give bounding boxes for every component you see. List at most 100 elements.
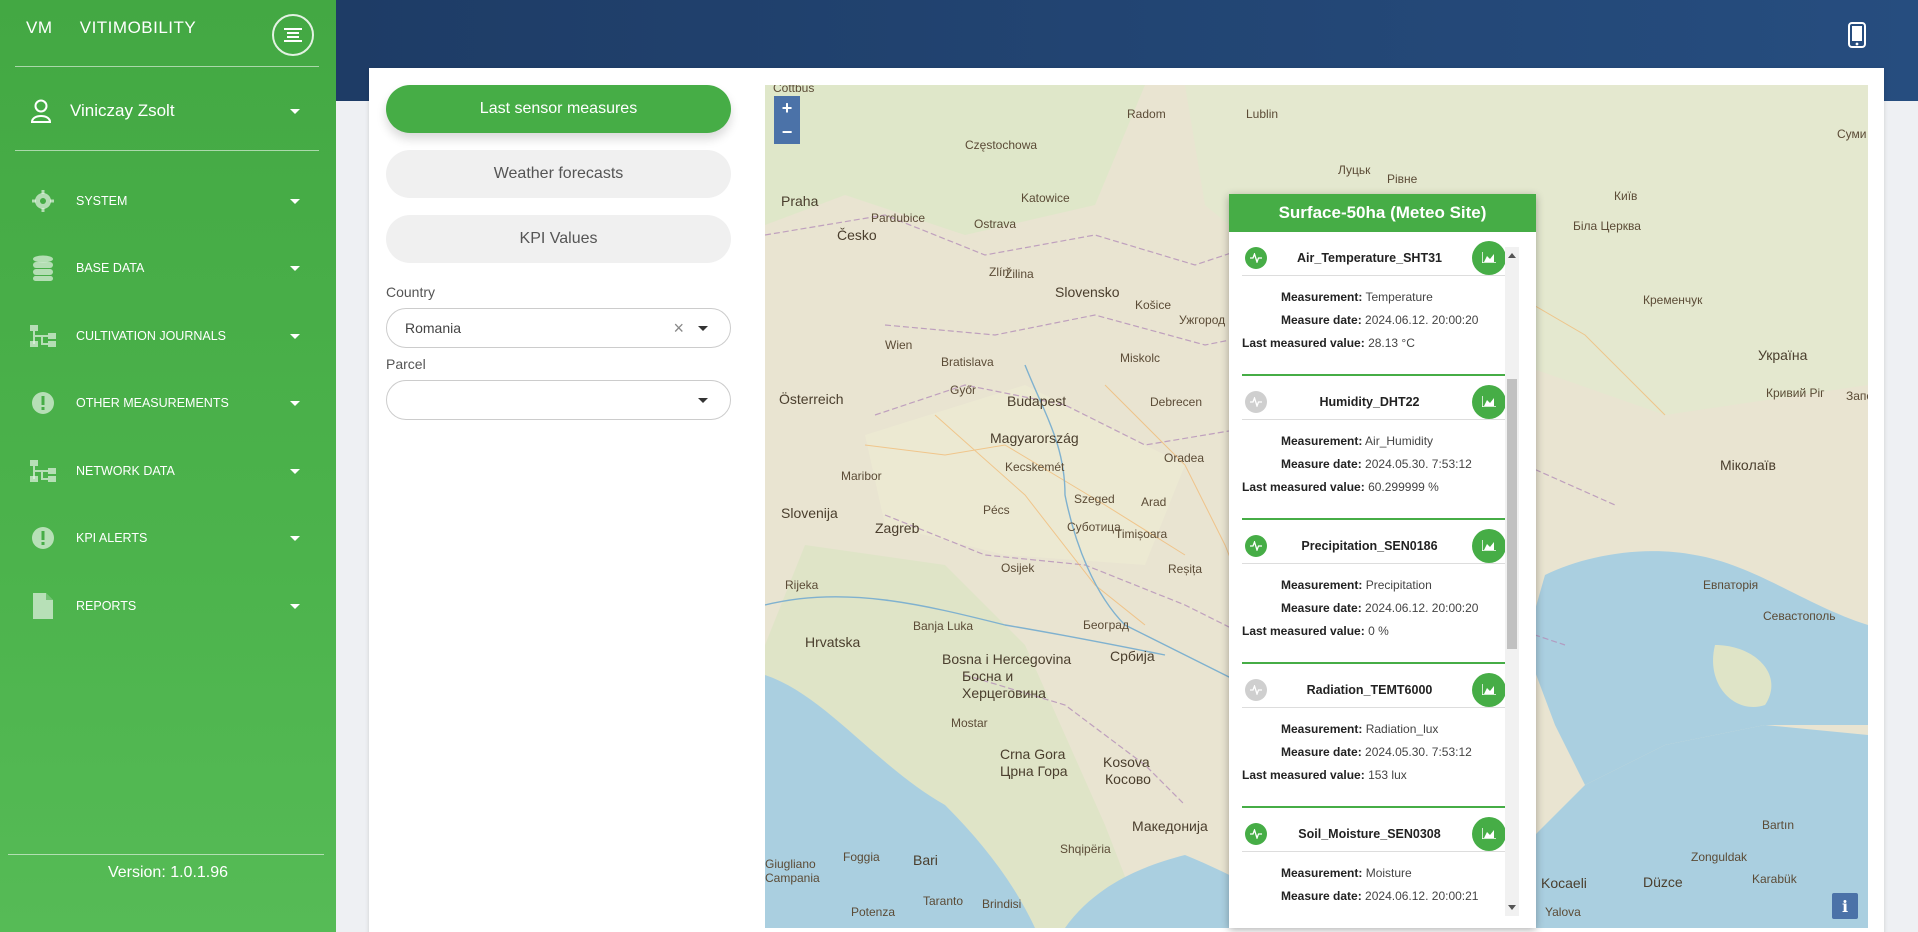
- version-text: Version: 1.0.1.96: [107, 864, 229, 881]
- divider: [15, 66, 319, 67]
- chevron-down-icon: [698, 397, 708, 403]
- info-icon[interactable]: i: [1832, 893, 1858, 919]
- country-value: Romania: [405, 320, 462, 336]
- popup-scrollbar[interactable]: [1505, 247, 1519, 916]
- user-menu[interactable]: Viniczay Zsolt: [30, 96, 300, 126]
- chevron-down-icon: [290, 265, 300, 271]
- scroll-thumb[interactable]: [1507, 379, 1517, 649]
- sensor-status-online-icon: [1245, 534, 1267, 557]
- map-label: Brindisi: [982, 897, 1022, 911]
- measure-date-value: 2024.05.30. 7:53:12: [1365, 457, 1472, 471]
- sidebar-item-label: KPI ALERTS: [76, 531, 148, 545]
- last-value: 60.299999 %: [1368, 480, 1439, 494]
- measurement-label: Measurement:: [1281, 434, 1363, 448]
- sidebar-item-kpi-alerts[interactable]: KPI ALERTS: [28, 523, 300, 553]
- sidebar-item-reports[interactable]: REPORTS: [28, 591, 300, 621]
- map-label: Србија: [1110, 648, 1155, 664]
- sitemap-icon: [28, 458, 58, 484]
- sidebar-item-base-data[interactable]: BASE DATA: [28, 253, 300, 283]
- measurement-value: Radiation_lux: [1365, 722, 1439, 736]
- chart-button[interactable]: [1472, 528, 1506, 563]
- map-label: Київ: [1614, 189, 1638, 203]
- measure-date-value: 2024.06.12. 20:00:20: [1365, 601, 1479, 615]
- map-label: Рівне: [1387, 172, 1418, 186]
- sensor-status-offline-icon: [1245, 678, 1267, 701]
- map-label: Црна Гора: [1000, 763, 1068, 779]
- user-name: Viniczay Zsolt: [70, 101, 175, 120]
- map-label: Mostar: [951, 716, 988, 730]
- map-label: Banja Luka: [913, 619, 974, 633]
- sidebar-item-cultivation-journals[interactable]: CULTIVATION JOURNALS: [28, 321, 300, 351]
- zoom-in-button[interactable]: +: [774, 96, 800, 120]
- sensor-card: Air_Temperature_SHT31 Measurement: Tempe…: [1242, 232, 1514, 376]
- map-label: Lublin: [1246, 107, 1279, 121]
- brand[interactable]: VM VITIMOBILITY: [26, 18, 196, 38]
- map-label: Македонија: [1132, 818, 1208, 834]
- measurement-value: Moisture: [1365, 866, 1412, 880]
- sensor-name: Air_Temperature_SHT31: [1297, 250, 1442, 265]
- brand-mini: VM: [26, 18, 53, 37]
- chart-button[interactable]: [1472, 816, 1506, 851]
- sensor-name: Radiation_TEMT6000: [1306, 682, 1433, 697]
- map-label: Pardubice: [871, 211, 926, 225]
- tab-kpi-values[interactable]: KPI Values: [386, 215, 731, 263]
- map-label: Yalova: [1545, 905, 1581, 919]
- exclamation-circle-icon: [28, 390, 58, 416]
- chart-button[interactable]: [1472, 384, 1506, 419]
- map-label: Ostrava: [974, 217, 1017, 231]
- last-value-label: Last measured value:: [1242, 768, 1365, 782]
- measurement-value: Precipitation: [1365, 578, 1432, 592]
- map-label: Bosna i Hercegovina: [942, 651, 1072, 667]
- map-label: Wien: [885, 338, 913, 352]
- sensor-card: Humidity_DHT22 Measurement: Air_Humidity…: [1242, 376, 1514, 520]
- map-label: Taranto: [923, 894, 964, 908]
- map-label: Foggia: [843, 850, 880, 864]
- measurement-label: Measurement:: [1281, 578, 1363, 592]
- map-label: Кривий Ріг: [1766, 386, 1825, 400]
- map-label: Česko: [837, 227, 877, 243]
- clear-icon[interactable]: ×: [673, 318, 684, 339]
- sidebar-item-other-measurements[interactable]: OTHER MEASUREMENTS: [28, 388, 300, 418]
- chevron-down-icon: [290, 333, 300, 339]
- chart-button[interactable]: [1472, 240, 1506, 275]
- chevron-down-icon: [290, 400, 300, 406]
- scroll-up-icon[interactable]: [1508, 253, 1516, 258]
- map-label: Shqipëria: [1060, 842, 1111, 856]
- tab-weather-forecasts[interactable]: Weather forecasts: [386, 150, 731, 198]
- last-value-label: Last measured value:: [1242, 624, 1365, 638]
- sidebar-item-network-data[interactable]: NETWORK DATA: [28, 456, 300, 486]
- tab-last-sensor-measures[interactable]: Last sensor measures: [386, 85, 731, 133]
- map-label: Košice: [1135, 298, 1172, 312]
- measurement-value: Temperature: [1365, 290, 1433, 304]
- country-label: Country: [386, 284, 436, 300]
- map-label: Arad: [1141, 495, 1167, 509]
- map-label: Szeged: [1074, 492, 1115, 506]
- sensor-card: Soil_Moisture_SEN0308 Measurement: Moist…: [1242, 808, 1514, 928]
- scroll-down-icon[interactable]: [1508, 905, 1516, 910]
- parcel-select[interactable]: [386, 380, 731, 420]
- chevron-down-icon: [290, 468, 300, 474]
- map-label: Düzce: [1643, 874, 1683, 890]
- chart-button[interactable]: [1472, 672, 1506, 707]
- last-value-label: Last measured value:: [1242, 336, 1365, 350]
- sidebar-item-label: NETWORK DATA: [76, 464, 175, 478]
- measure-date-label: Measure date:: [1281, 889, 1362, 903]
- sensor-name: Precipitation_SEN0186: [1301, 538, 1438, 553]
- mobile-phone-icon[interactable]: [1848, 22, 1866, 53]
- chevron-down-icon: [698, 325, 708, 331]
- map-label: Україна: [1758, 347, 1808, 363]
- sensor-name: Humidity_DHT22: [1319, 394, 1420, 409]
- map-label: Częstochowa: [965, 138, 1038, 152]
- sensor-status-offline-icon: [1245, 390, 1267, 413]
- sensor-card: Precipitation_SEN0186 Measurement: Preci…: [1242, 520, 1514, 664]
- sidebar-item-label: BASE DATA: [76, 261, 145, 275]
- map-label: Біла Церква: [1573, 219, 1641, 233]
- sidebar-item-label: OTHER MEASUREMENTS: [76, 396, 229, 410]
- zoom-out-button[interactable]: −: [774, 120, 800, 144]
- map-label: Kosova: [1103, 754, 1150, 770]
- map-label: Slovenija: [781, 505, 838, 521]
- sidebar-item-system[interactable]: SYSTEM: [28, 186, 300, 216]
- menu-toggle-button[interactable]: [272, 14, 314, 56]
- map-label: Zagreb: [875, 520, 920, 536]
- country-select[interactable]: Romania ×: [386, 308, 731, 348]
